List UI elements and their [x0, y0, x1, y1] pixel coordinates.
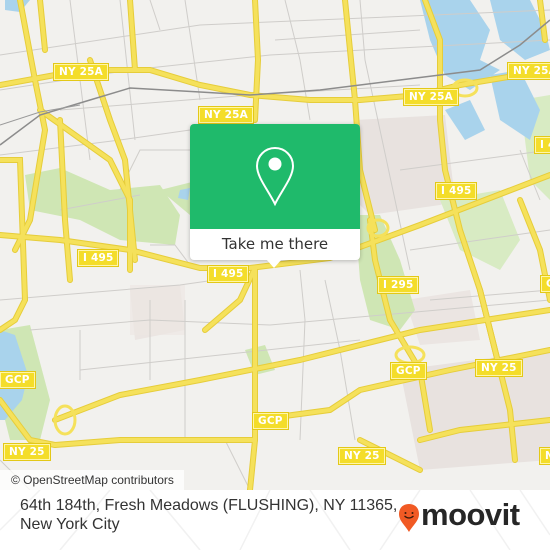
road-shield: G [541, 276, 550, 292]
road-shield: I 295 [378, 277, 419, 293]
road-shield: NY 25 [339, 448, 385, 464]
road-shield: NY 25A [54, 64, 108, 80]
water [445, 100, 485, 140]
location-popup: Take me there [190, 124, 360, 268]
urban-area [130, 285, 185, 335]
popup-pointer [266, 259, 282, 268]
road-shield: NY 25A [508, 63, 550, 79]
map-attribution[interactable]: © OpenStreetMap contributors [0, 470, 184, 490]
moovit-pin-smile-icon [399, 504, 419, 532]
road-shield: GCP [391, 363, 426, 379]
road-shield: GCP [253, 413, 288, 429]
road-shield: I 4 [535, 137, 550, 153]
road-shield: NY 25 [4, 444, 50, 460]
road-shield: I 495 [436, 183, 477, 199]
road-shield: GCP [0, 372, 35, 388]
urban-area [405, 290, 480, 345]
moovit-logo[interactable]: moovit [398, 497, 538, 534]
map-view[interactable]: NY 25A NY 25A NY 25A NY 25A I 495 I 495 … [0, 0, 550, 490]
road-shield: NY 25A [199, 107, 253, 123]
address-text: 64th 184th, Fresh Meadows (FLUSHING), NY… [20, 497, 398, 533]
park [25, 168, 180, 245]
popup-header[interactable] [190, 124, 360, 229]
road-shield: I 495 [208, 266, 249, 282]
road-shield: NY 25 [476, 360, 522, 376]
road-shield: NY 25 [540, 448, 550, 464]
road-shield: I 495 [78, 250, 119, 266]
take-me-there-button[interactable]: Take me there [190, 229, 360, 260]
road-shield: NY 25A [404, 89, 458, 105]
footer: 64th 184th, Fresh Meadows (FLUSHING), NY… [0, 490, 550, 550]
moovit-wordmark: moovit [421, 497, 520, 532]
map-pin-icon [255, 146, 295, 207]
